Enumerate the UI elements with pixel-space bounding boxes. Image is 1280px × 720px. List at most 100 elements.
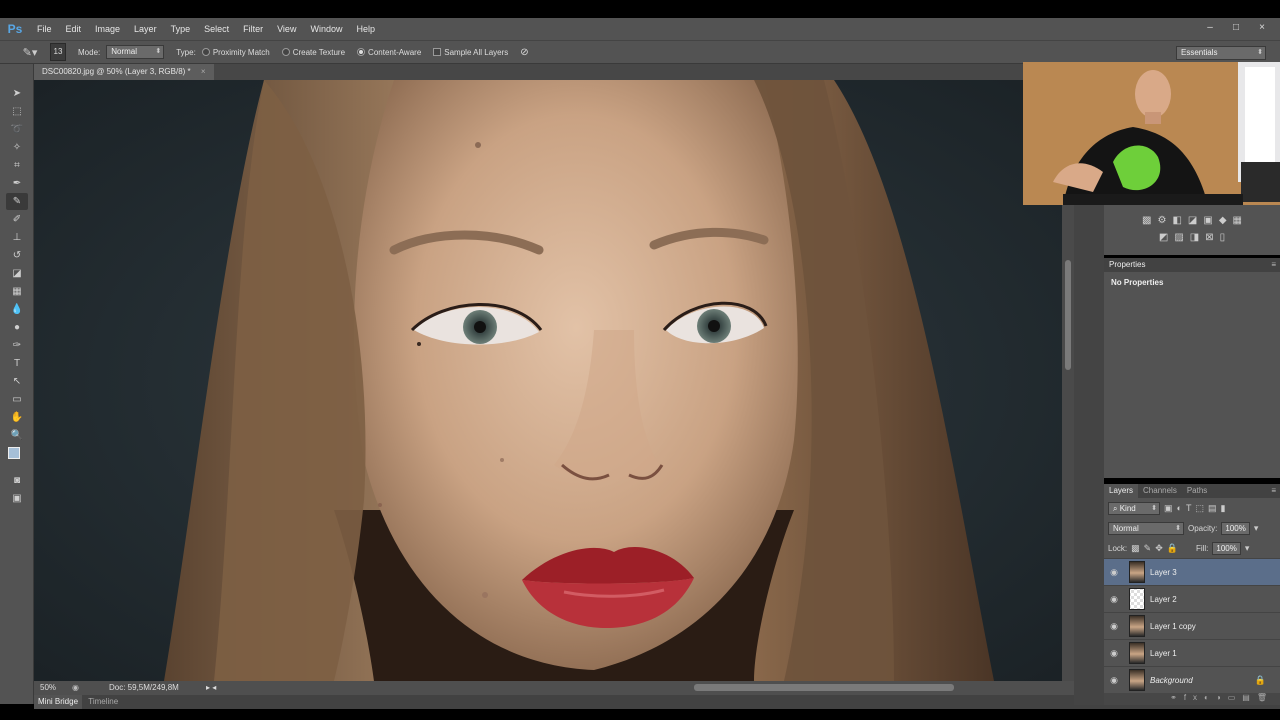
menu-view[interactable]: View — [270, 24, 303, 34]
menu-filter[interactable]: Filter — [236, 24, 270, 34]
mode-select[interactable]: Normal — [106, 45, 165, 59]
zoom-tool-icon[interactable]: 🔍 — [6, 427, 28, 444]
menu-image[interactable]: Image — [88, 24, 127, 34]
visibility-eye-icon[interactable]: ◉ — [1104, 675, 1124, 686]
layer-row[interactable]: ◉ Layer 2 — [1104, 585, 1280, 612]
tab-layers[interactable]: Layers — [1104, 484, 1139, 498]
layer-row[interactable]: ◉ Layer 1 copy — [1104, 612, 1280, 639]
eyedropper-tool-icon[interactable]: ✒ — [6, 175, 28, 192]
tab-paths[interactable]: Paths — [1182, 484, 1212, 498]
adjustment-filter-icon[interactable]: ◐ — [1177, 503, 1182, 513]
tab-timeline[interactable]: Timeline — [84, 695, 122, 709]
maximize-button[interactable]: □ — [1228, 20, 1244, 36]
layer-row[interactable]: ◉ Layer 1 — [1104, 639, 1280, 666]
panel-menu-icon[interactable]: ≡ — [1271, 258, 1276, 272]
brightness-icon[interactable]: ▩ — [1142, 215, 1151, 226]
proximity-match-radio[interactable]: Proximity Match — [201, 48, 270, 57]
menu-edit[interactable]: Edit — [59, 24, 89, 34]
visibility-eye-icon[interactable]: ◉ — [1104, 567, 1124, 578]
horizontal-scroll-thumb[interactable] — [694, 684, 954, 691]
dodge-tool-icon[interactable]: ● — [6, 319, 28, 336]
lock-all-icon[interactable]: 🔒 — [1167, 543, 1178, 554]
filter-toggle-icon[interactable]: ▮ — [1220, 503, 1225, 514]
filter-kind-select[interactable]: ⌕ Kind — [1108, 501, 1160, 515]
screen-mode-icon[interactable]: ▣ — [6, 490, 28, 507]
vertical-scroll-thumb[interactable] — [1065, 260, 1071, 370]
lock-transparent-icon[interactable]: ▩ — [1131, 543, 1140, 554]
foreground-color[interactable] — [8, 447, 20, 459]
pixel-filter-icon[interactable]: ▣ — [1164, 503, 1173, 514]
lasso-tool-icon[interactable]: ➰ — [6, 121, 28, 138]
pen-tool-icon[interactable]: ✑ — [6, 337, 28, 354]
menu-help[interactable]: Help — [349, 24, 382, 34]
brush-size-picker[interactable]: 13 — [50, 43, 66, 61]
zoom-level[interactable]: 50% — [40, 681, 56, 695]
history-brush-tool-icon[interactable]: ↺ — [6, 247, 28, 264]
hand-tool-icon[interactable]: ✋ — [6, 409, 28, 426]
crop-tool-icon[interactable]: ⌗ — [6, 157, 28, 174]
curves-icon[interactable]: ◧ — [1172, 215, 1181, 226]
levels-icon[interactable]: ⚙ — [1157, 215, 1166, 226]
close-button[interactable]: × — [1254, 20, 1270, 36]
minimize-button[interactable]: – — [1202, 20, 1218, 36]
workspace-select[interactable]: Essentials — [1176, 46, 1266, 60]
close-document-icon[interactable]: × — [201, 67, 206, 76]
hue-icon[interactable]: ◆ — [1219, 215, 1227, 226]
lock-image-icon[interactable]: ✎ — [1144, 543, 1152, 554]
status-info-icon[interactable]: ◉ — [72, 681, 79, 695]
color-swatches[interactable] — [6, 445, 28, 471]
panel-menu-icon[interactable]: ≡ — [1271, 484, 1276, 498]
menu-file[interactable]: File — [30, 24, 59, 34]
brush-tool-icon[interactable]: ✐ — [6, 211, 28, 228]
move-tool-icon[interactable]: ➤ — [6, 85, 28, 102]
exposure-icon[interactable]: ◪ — [1188, 215, 1197, 226]
lock-position-icon[interactable]: ✥ — [1155, 543, 1163, 554]
menu-select[interactable]: Select — [197, 24, 236, 34]
invert-icon[interactable]: ◩ — [1159, 232, 1168, 243]
tab-channels[interactable]: Channels — [1138, 484, 1182, 498]
opacity-input[interactable]: 100% — [1221, 521, 1250, 535]
quick-select-tool-icon[interactable]: ✧ — [6, 139, 28, 156]
healing-brush-tool-icon[interactable]: ✎ — [6, 193, 28, 210]
marquee-tool-icon[interactable]: ⬚ — [6, 103, 28, 120]
shape-filter-icon[interactable]: ⬚ — [1195, 503, 1204, 514]
type-filter-icon[interactable]: T — [1186, 503, 1192, 513]
eraser-tool-icon[interactable]: ◪ — [6, 265, 28, 282]
layer-row[interactable]: ◉ Background 🔒 — [1104, 666, 1280, 693]
gradient-tool-icon[interactable]: ▦ — [6, 283, 28, 300]
selective-color-icon[interactable]: ▯ — [1220, 232, 1226, 243]
type-tool-icon[interactable]: T — [6, 355, 28, 372]
layer-row[interactable]: ◉ Layer 3 — [1104, 558, 1280, 585]
tab-mini-bridge[interactable]: Mini Bridge — [34, 695, 83, 709]
posterize-icon[interactable]: ▨ — [1174, 232, 1183, 243]
clone-stamp-tool-icon[interactable]: ⊥ — [6, 229, 28, 246]
shape-tool-icon[interactable]: ▭ — [6, 391, 28, 408]
sample-all-layers-checkbox[interactable]: Sample All Layers — [433, 48, 508, 57]
content-aware-radio[interactable]: Content-Aware — [357, 48, 421, 57]
menu-window[interactable]: Window — [303, 24, 349, 34]
visibility-eye-icon[interactable]: ◉ — [1104, 621, 1124, 632]
threshold-icon[interactable]: ◨ — [1190, 232, 1199, 243]
fill-input[interactable]: 100% — [1212, 541, 1241, 555]
blur-tool-icon[interactable]: 💧 — [6, 301, 28, 318]
menu-layer[interactable]: Layer — [127, 24, 164, 34]
status-arrow-icon[interactable]: ▸ ◂ — [206, 681, 216, 695]
menu-type[interactable]: Type — [164, 24, 198, 34]
tool-preset-picker[interactable]: ✎▾ — [16, 43, 44, 61]
layers-footer-icons[interactable]: ⚭fx◐◑▭▤🗑 — [1104, 693, 1280, 705]
opacity-dropdown-icon[interactable]: ▾ — [1254, 523, 1259, 534]
visibility-eye-icon[interactable]: ◉ — [1104, 594, 1124, 605]
vibrance-icon[interactable]: ▣ — [1203, 215, 1212, 226]
blend-mode-select[interactable]: Normal — [1108, 521, 1184, 535]
properties-title[interactable]: Properties — [1109, 260, 1145, 269]
smart-object-filter-icon[interactable]: ▤ — [1208, 503, 1217, 514]
quick-mask-icon[interactable]: ◙ — [6, 472, 28, 489]
fill-dropdown-icon[interactable]: ▾ — [1245, 543, 1250, 554]
pressure-size-icon[interactable]: ⊘ — [520, 47, 528, 58]
document-canvas[interactable] — [34, 80, 1062, 681]
lookup-icon[interactable]: ▦ — [1233, 215, 1242, 226]
document-tab[interactable]: DSC00820.jpg @ 50% (Layer 3, RGB/8) * × — [34, 64, 214, 80]
create-texture-radio[interactable]: Create Texture — [281, 48, 345, 57]
gradient-map-icon[interactable]: ⊠ — [1205, 232, 1213, 243]
path-select-tool-icon[interactable]: ↖ — [6, 373, 28, 390]
